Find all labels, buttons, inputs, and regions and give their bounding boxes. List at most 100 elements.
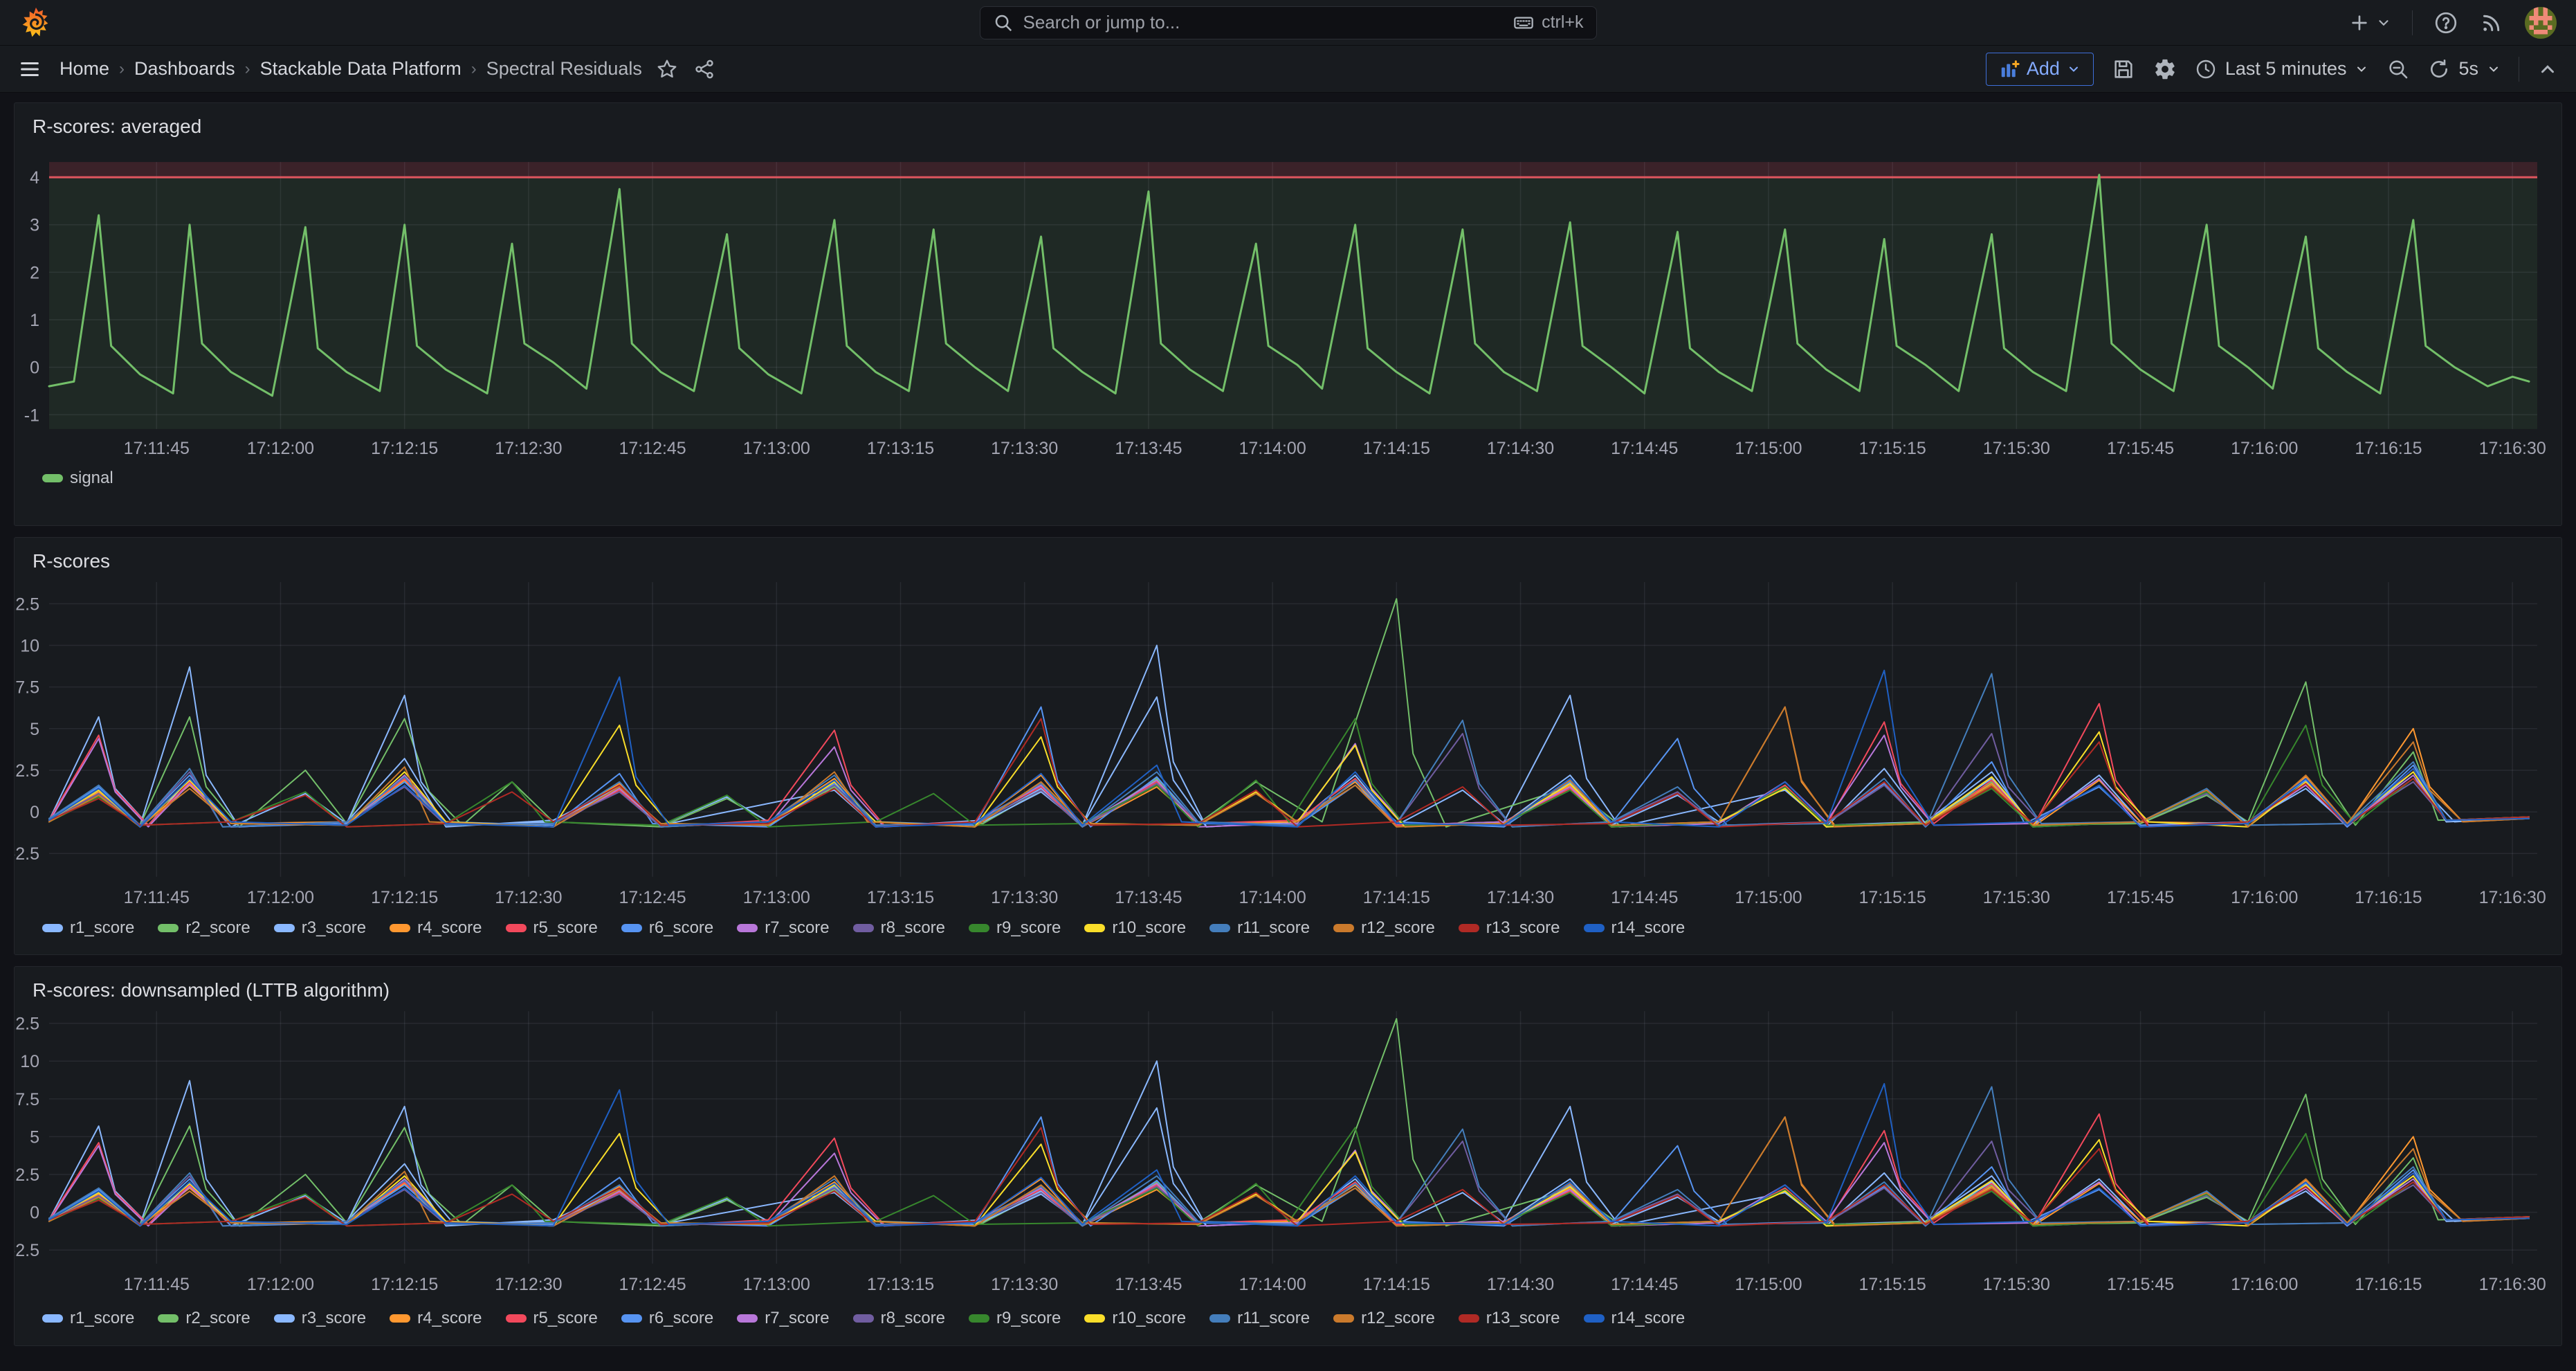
svg-text:17:12:45: 17:12:45 <box>619 1275 686 1294</box>
svg-text:17:15:30: 17:15:30 <box>1983 439 2050 458</box>
svg-text:0: 0 <box>30 358 39 378</box>
breadcrumb-dashboards[interactable]: Dashboards <box>134 58 235 80</box>
dashboard-settings-icon[interactable] <box>2153 57 2177 81</box>
svg-text:17:11:45: 17:11:45 <box>124 439 190 458</box>
legend-marker <box>42 1314 63 1323</box>
svg-text:3: 3 <box>30 216 39 235</box>
legend-item-r5_score[interactable]: r5_score <box>506 918 598 938</box>
svg-text:12.5: 12.5 <box>15 1015 39 1034</box>
svg-text:17:15:30: 17:15:30 <box>1983 1275 2050 1294</box>
legend-item-r4_score[interactable]: r4_score <box>390 918 482 938</box>
add-button[interactable]: Add <box>1986 53 2094 86</box>
legend-item-r2_score[interactable]: r2_score <box>158 918 250 938</box>
svg-text:17:13:45: 17:13:45 <box>1115 888 1182 907</box>
legend-item-r7_score[interactable]: r7_score <box>737 918 829 938</box>
legend-marker <box>621 924 642 932</box>
grafana-logo[interactable] <box>19 7 51 39</box>
chart-canvas-rscores[interactable]: 12.5107.552.50-2.517:11:4517:12:0017:12:… <box>15 581 2561 913</box>
chart-canvas-downsampled[interactable]: 12.5107.552.50-2.517:11:4517:12:0017:12:… <box>15 1011 2561 1303</box>
svg-text:17:15:45: 17:15:45 <box>2107 1275 2174 1294</box>
svg-text:17:13:00: 17:13:00 <box>743 888 810 907</box>
legend-item-r12_score[interactable]: r12_score <box>1333 918 1435 938</box>
legend-item-r1_score[interactable]: r1_score <box>42 1309 134 1328</box>
legend-item-r10_score[interactable]: r10_score <box>1084 918 1186 938</box>
collapse-toolbar-icon[interactable] <box>2537 59 2558 80</box>
legend-label: r5_score <box>533 1309 598 1328</box>
legend-item-r8_score[interactable]: r8_score <box>853 918 945 938</box>
legend-marker <box>969 924 989 932</box>
legend-item-r11_score[interactable]: r11_score <box>1209 1309 1310 1328</box>
legend-item-r8_score[interactable]: r8_score <box>853 1309 945 1328</box>
legend-item-r7_score[interactable]: r7_score <box>737 1309 829 1328</box>
svg-text:17:12:30: 17:12:30 <box>495 1275 562 1294</box>
legend-item-r11_score[interactable]: r11_score <box>1209 918 1310 938</box>
legend-item-r14_score[interactable]: r14_score <box>1584 1309 1686 1328</box>
legend-item-r1_score[interactable]: r1_score <box>42 918 134 938</box>
legend-marker <box>506 924 527 932</box>
panel-title[interactable]: R-scores <box>33 550 110 572</box>
legend-label: r10_score <box>1112 1309 1186 1328</box>
legend-item-r9_score[interactable]: r9_score <box>969 1309 1061 1328</box>
svg-text:17:16:00: 17:16:00 <box>2231 439 2298 458</box>
svg-text:-2.5: -2.5 <box>15 844 39 864</box>
legend-marker <box>390 924 410 932</box>
refresh-picker[interactable]: 5s <box>2428 58 2501 80</box>
svg-text:17:15:15: 17:15:15 <box>1859 1275 1926 1294</box>
favorite-star-icon[interactable] <box>656 58 678 80</box>
legend-item-r9_score[interactable]: r9_score <box>969 918 1061 938</box>
legend-item-r2_score[interactable]: r2_score <box>158 1309 250 1328</box>
new-button[interactable] <box>2348 12 2391 34</box>
legend-label: r6_score <box>649 918 713 938</box>
svg-text:12.5: 12.5 <box>15 594 39 614</box>
legend-item-r3_score[interactable]: r3_score <box>274 1309 366 1328</box>
svg-text:17:13:45: 17:13:45 <box>1115 439 1182 458</box>
legend-item-r13_score[interactable]: r13_score <box>1459 918 1560 938</box>
svg-text:17:14:15: 17:14:15 <box>1363 888 1430 907</box>
breadcrumb-separator: › <box>471 60 477 79</box>
svg-text:17:13:15: 17:13:15 <box>867 439 934 458</box>
save-dashboard-icon[interactable] <box>2112 57 2135 81</box>
legend-marker <box>42 474 63 482</box>
svg-text:2.5: 2.5 <box>15 1165 39 1185</box>
chart-canvas-averaged[interactable]: 43210-117:11:4517:12:0017:12:1517:12:301… <box>15 152 2561 463</box>
breadcrumb-home[interactable]: Home <box>60 58 109 80</box>
news-icon[interactable] <box>2479 10 2504 35</box>
panel-title[interactable]: R-scores: downsampled (LTTB algorithm) <box>33 979 390 1001</box>
svg-text:17:12:45: 17:12:45 <box>619 439 686 458</box>
legend-item-r3_score[interactable]: r3_score <box>274 918 366 938</box>
breadcrumb-folder[interactable]: Stackable Data Platform <box>260 58 462 80</box>
legend-item-r6_score[interactable]: r6_score <box>621 1309 713 1328</box>
legend-label: r12_score <box>1361 918 1435 938</box>
panel-rscores: R-scores 12.5107.552.50-2.517:11:4517:12… <box>14 537 2562 955</box>
svg-text:17:12:30: 17:12:30 <box>495 439 562 458</box>
search-input[interactable]: Search or jump to... ctrl+k <box>980 6 1597 39</box>
legend-item-r5_score[interactable]: r5_score <box>506 1309 598 1328</box>
legend-item-r10_score[interactable]: r10_score <box>1084 1309 1186 1328</box>
svg-text:17:13:00: 17:13:00 <box>743 439 810 458</box>
zoom-out-icon[interactable] <box>2386 57 2410 81</box>
legend-item-r13_score[interactable]: r13_score <box>1459 1309 1560 1328</box>
chevron-down-icon <box>2355 62 2368 76</box>
legend-marker <box>1209 1314 1230 1323</box>
share-icon[interactable] <box>693 58 715 80</box>
chevron-down-icon <box>2376 15 2391 30</box>
legend-item-r4_score[interactable]: r4_score <box>390 1309 482 1328</box>
svg-text:17:15:15: 17:15:15 <box>1859 439 1926 458</box>
svg-text:17:12:15: 17:12:15 <box>371 888 438 907</box>
svg-text:10: 10 <box>20 637 39 656</box>
legend-item-r6_score[interactable]: r6_score <box>621 918 713 938</box>
svg-text:17:16:15: 17:16:15 <box>2355 439 2422 458</box>
mega-menu-icon[interactable] <box>18 57 42 81</box>
search-icon <box>993 12 1014 33</box>
legend-item-r12_score[interactable]: r12_score <box>1333 1309 1435 1328</box>
legend-label: r4_score <box>417 1309 482 1328</box>
svg-text:2.5: 2.5 <box>15 761 39 781</box>
legend-item-signal[interactable]: signal <box>42 469 113 488</box>
legend-marker <box>1333 1314 1354 1323</box>
time-range-picker[interactable]: Last 5 minutes <box>2195 58 2369 80</box>
avatar[interactable] <box>2525 7 2557 39</box>
nav-divider <box>2412 10 2413 35</box>
panel-title[interactable]: R-scores: averaged <box>33 116 201 138</box>
help-icon[interactable] <box>2433 10 2458 35</box>
legend-item-r14_score[interactable]: r14_score <box>1584 918 1686 938</box>
